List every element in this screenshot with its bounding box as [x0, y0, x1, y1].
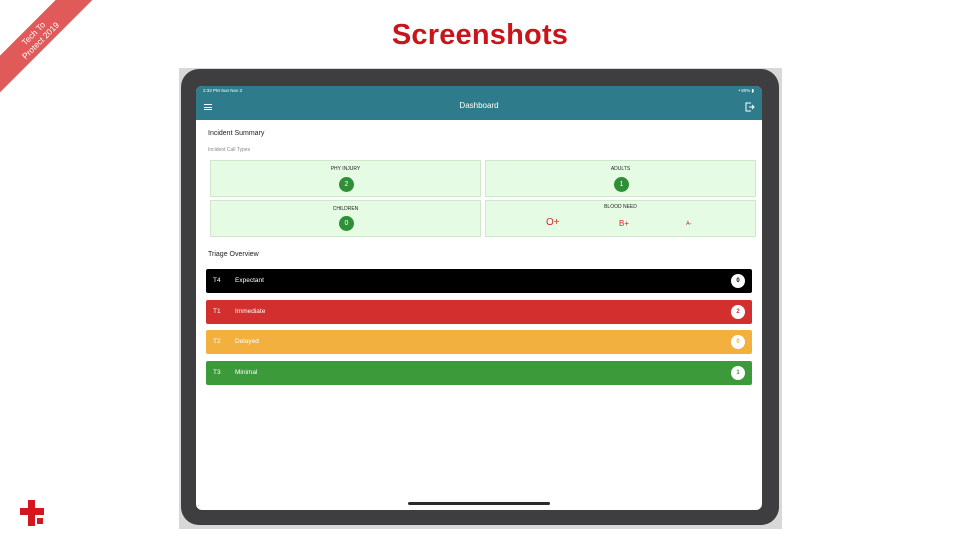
triage-count-badge: 0 [731, 335, 745, 349]
children-card[interactable]: CHILDREN 0 [210, 200, 481, 237]
app-bar-title: Dashboard [459, 101, 499, 110]
triage-row-t3[interactable]: T3 Minimal 1 [206, 360, 752, 385]
incident-summary-title: Incident Summary [208, 130, 265, 137]
triage-code: T4 [213, 277, 221, 284]
triage-row-t2[interactable]: T2 Delayed 0 [206, 330, 752, 354]
red-cross-logo-icon [20, 500, 44, 526]
adults-count: 1 [614, 177, 629, 192]
triage-code: T3 [213, 368, 221, 376]
triage-count-badge: 0 [731, 274, 745, 288]
logout-icon[interactable] [745, 102, 755, 112]
adults-label: ADULTS [610, 166, 631, 172]
phy-injury-card[interactable]: PHY INJURY 2 [210, 160, 481, 197]
blood-need-card[interactable]: BLOOD NEED O+ B+ A- [485, 200, 756, 237]
children-label: CHILDREN [332, 206, 359, 212]
blood-need-label: BLOOD NEED [604, 204, 637, 210]
triage-row-t1[interactable]: T1 Immediate 2 [206, 299, 752, 324]
blood-type-b-positive: B+ [619, 219, 630, 228]
children-count: 0 [339, 216, 354, 231]
triage-name: Expectant [235, 277, 264, 284]
triage-overview-title: Triage Overview [208, 251, 259, 258]
status-time: 2:33 PM Sun Nov 3 [203, 88, 243, 93]
battery-indicator: • 80% ▮ [738, 88, 754, 93]
home-indicator[interactable] [408, 502, 550, 505]
triage-code: T1 [213, 307, 221, 315]
triage-name: Immediate [235, 307, 266, 315]
app-screen: 2:33 PM Sun Nov 3 • 80% ▮ Dashboard Inci… [196, 86, 762, 510]
adults-card[interactable]: ADULTS 1 [485, 160, 756, 197]
event-ribbon: Tech To Protect 2019 [0, 0, 110, 110]
incident-call-types-label: Incident Call Types [208, 147, 251, 153]
status-bar: 2:33 PM Sun Nov 3 • 80% ▮ [196, 86, 762, 95]
triage-name: Delayed [235, 338, 259, 345]
triage-count-badge: 1 [731, 365, 745, 380]
blood-type-a-negative: A- [686, 221, 692, 227]
triage-name: Minimal [235, 368, 258, 376]
slide-title: Screenshots [391, 19, 569, 51]
blood-type-o-positive: O+ [546, 217, 560, 228]
app-bar: Dashboard [196, 95, 762, 120]
phy-injury-count: 2 [339, 177, 354, 192]
triage-code: T2 [213, 338, 221, 345]
triage-row-t4[interactable]: T4 Expectant 0 [206, 269, 752, 293]
triage-count-badge: 2 [731, 304, 745, 319]
phy-injury-label: PHY INJURY [330, 166, 361, 172]
